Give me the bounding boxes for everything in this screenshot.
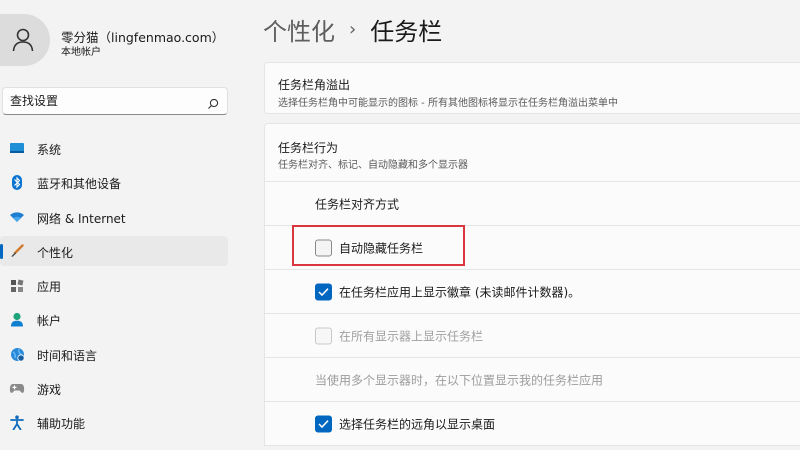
- nav-item-bluetooth[interactable]: 蓝牙和其他设备: [0, 167, 228, 197]
- checkmark-icon: [318, 287, 329, 296]
- highlight-box: [292, 225, 465, 266]
- search-box[interactable]: [2, 87, 228, 115]
- all-displays-label: 在所有显示器上显示任务栏: [339, 329, 484, 343]
- brush-icon: [9, 244, 25, 259]
- all-displays-checkbox: [315, 327, 332, 344]
- multi-display-row: 当使用多个显示器时，在以下位置显示我的任务栏应用: [264, 358, 800, 402]
- globe-clock-icon: [9, 347, 25, 362]
- person-icon: [9, 312, 25, 327]
- show-desktop-checkbox[interactable]: [315, 415, 332, 432]
- nav-label: 时间和语言: [37, 348, 98, 363]
- show-desktop-row[interactable]: 选择任务栏的远角以显示桌面: [264, 402, 800, 446]
- nav-list: 系统 蓝牙和其他设备 网络 & Internet 个性化 应用 帐户 时间和语言…: [0, 133, 230, 442]
- nav-label: 应用: [37, 280, 62, 295]
- page-title: 任务栏: [370, 17, 443, 46]
- account-type: 本地帐户: [61, 47, 101, 58]
- nav-label: 帐户: [37, 314, 62, 329]
- accessibility-icon: [9, 415, 25, 431]
- person-icon: [12, 28, 34, 52]
- breadcrumb-separator: ›: [349, 18, 357, 40]
- breadcrumb-parent[interactable]: 个性化: [263, 12, 335, 47]
- nav-label: 辅助功能: [37, 417, 86, 432]
- card-description: 任务栏对齐、标记、自动隐藏和多个显示器: [278, 160, 468, 171]
- breadcrumb: 个性化 › 任务栏: [263, 12, 442, 46]
- apps-icon: [9, 278, 25, 293]
- taskbar-behaviors-header[interactable]: 任务栏行为 任务栏对齐、标记、自动隐藏和多个显示器: [264, 123, 800, 182]
- multi-display-note: 当使用多个显示器时，在以下位置显示我的任务栏应用: [315, 373, 604, 387]
- all-displays-row: 在所有显示器上显示任务栏: [264, 314, 800, 358]
- card-title: 任务栏行为: [278, 141, 339, 155]
- nav-item-accessibility[interactable]: 辅助功能: [0, 407, 228, 437]
- nav-item-time-language[interactable]: 时间和语言: [0, 339, 228, 369]
- search-icon[interactable]: [207, 95, 219, 114]
- show-desktop-label[interactable]: 选择任务栏的远角以显示桌面: [339, 415, 495, 432]
- nav-item-accounts[interactable]: 帐户: [0, 304, 228, 334]
- bluetooth-icon: [9, 175, 25, 191]
- alignment-row[interactable]: 任务栏对齐方式: [264, 182, 800, 226]
- wifi-icon: [9, 210, 25, 225]
- nav-label: 游戏: [37, 383, 62, 398]
- card-title: 任务栏角溢出: [278, 78, 351, 92]
- nav-item-system[interactable]: 系统: [0, 133, 228, 163]
- nav-label: 系统: [37, 143, 62, 157]
- nav-item-apps[interactable]: 应用: [0, 270, 228, 300]
- monitor-icon: [9, 141, 25, 156]
- search-input[interactable]: [10, 92, 200, 110]
- sidebar: 零分猫（lingfenmao.com） 本地帐户 系统 蓝牙和其他设备: [0, 0, 240, 450]
- nav-label: 网络 & Internet: [37, 211, 126, 226]
- alignment-label: 任务栏对齐方式: [315, 197, 400, 211]
- nav-label: 个性化: [37, 245, 74, 260]
- user-profile[interactable]: 零分猫（lingfenmao.com） 本地帐户: [0, 14, 240, 70]
- nav-item-network[interactable]: 网络 & Internet: [0, 202, 228, 232]
- show-badges-label[interactable]: 在任务栏应用上显示徽章 (未读邮件计数器)。: [339, 283, 580, 300]
- show-badges-row[interactable]: 在任务栏应用上显示徽章 (未读邮件计数器)。: [264, 270, 800, 314]
- taskbar-overflow-card[interactable]: 任务栏角溢出 选择任务栏角中可能显示的图标 - 所有其他图标将显示在任务栏角溢出…: [264, 62, 800, 114]
- card-description: 选择任务栏角中可能显示的图标 - 所有其他图标将显示在任务栏角溢出菜单中: [278, 98, 618, 109]
- nav-label: 蓝牙和其他设备: [37, 177, 122, 192]
- nav-item-gaming[interactable]: 游戏: [0, 373, 228, 403]
- gamepad-icon: [9, 381, 25, 396]
- checkmark-icon: [318, 419, 329, 428]
- nav-item-personalization[interactable]: 个性化: [0, 235, 228, 266]
- show-badges-checkbox[interactable]: [315, 283, 332, 300]
- avatar[interactable]: [0, 14, 50, 66]
